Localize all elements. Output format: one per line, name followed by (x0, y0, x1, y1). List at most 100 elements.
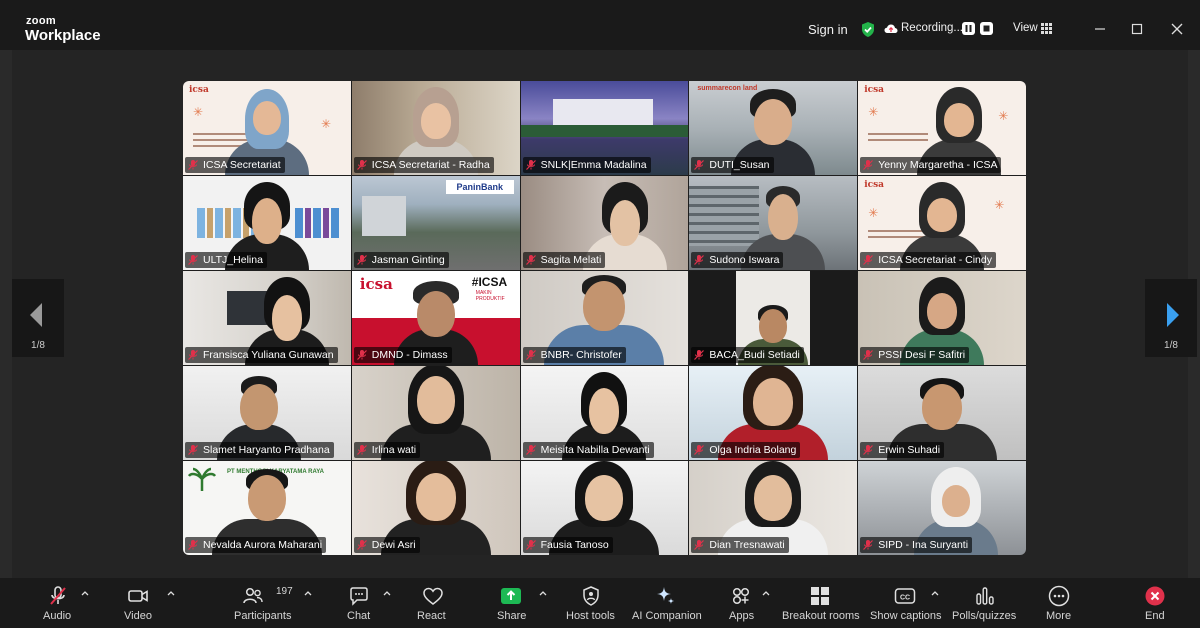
mic-muted-icon (525, 445, 536, 455)
video-tile[interactable]: ULTJ_Helina (183, 176, 351, 270)
participant-name: Nevalda Aurora Maharani (203, 539, 323, 551)
app-logo: Workplace (25, 27, 101, 44)
video-options-chevron-up-icon[interactable] (166, 588, 176, 598)
participant-name: DUTI_Susan (709, 159, 770, 171)
security-shield-icon[interactable] (860, 21, 876, 38)
ai-companion-button[interactable]: AI Companion (632, 578, 702, 628)
host-tools-button[interactable]: Host tools (566, 578, 616, 628)
participant-name-label: Irlina wati (353, 442, 421, 458)
video-tile[interactable]: Irlina wati (351, 366, 520, 460)
breakout-rooms-button[interactable]: Breakout rooms (782, 578, 860, 628)
participant-name-label: BACA_Budi Setiadi (691, 347, 804, 363)
audio-options-chevron-up-icon[interactable] (80, 588, 90, 598)
pause-recording-button[interactable] (962, 22, 975, 35)
video-tile[interactable]: PSSI Desi F Safitri (858, 271, 1026, 365)
minimize-button[interactable] (1088, 17, 1112, 41)
video-label: Video (124, 610, 152, 622)
video-tile[interactable]: SNLK|Emma Madalina (520, 81, 689, 175)
maximize-button[interactable] (1125, 17, 1149, 41)
sign-in-button[interactable]: Sign in (808, 22, 848, 37)
more-label: More (1046, 610, 1072, 622)
share-options-chevron-up-icon[interactable] (538, 588, 548, 598)
previous-page-button[interactable]: 1/8 (12, 279, 64, 357)
video-tile[interactable]: ICSA Secretariat - Radha (351, 81, 520, 175)
mic-muted-icon (188, 445, 198, 455)
video-tile[interactable]: SIPD - Ina Suryanti (858, 461, 1026, 555)
video-tile[interactable]: icsa ✳ ✳ Yenny Margaretha - ICSA (858, 81, 1026, 175)
video-tile[interactable]: Dian Tresnawati (689, 461, 858, 555)
more-button[interactable]: More (1040, 578, 1078, 628)
participant-face (239, 384, 278, 430)
polls-quizzes-button[interactable]: Polls/quizzes (952, 578, 1018, 628)
video-tile[interactable]: summarecon land DUTI_Susan (689, 81, 858, 175)
participant-name-label: DUTI_Susan (691, 157, 774, 173)
app-logo-small: zoom (26, 15, 56, 27)
video-tile[interactable]: Sudono Iswara (689, 176, 858, 270)
maximize-icon (1131, 23, 1143, 35)
close-window-button[interactable] (1165, 17, 1189, 41)
mic-muted-icon (525, 350, 536, 360)
ai-sparkle-icon (657, 587, 674, 604)
participant-name: Jasman Ginting (371, 254, 445, 266)
video-tile[interactable]: Slamet Haryanto Pradhana (183, 366, 351, 460)
participants-options-chevron-up-icon[interactable] (303, 588, 313, 598)
cloud-recording-icon (884, 24, 898, 33)
video-tile[interactable]: PT MENTHOSI KARYATAMA RAYA Nevalda Auror… (183, 461, 351, 555)
video-tile-active-speaker[interactable]: icsa ✳ ✳ ICSA Secretariat - Cindy (858, 176, 1026, 270)
video-tile[interactable]: Fransisca Yuliana Gunawan (183, 271, 351, 365)
chat-button[interactable]: Chat (342, 578, 376, 628)
audio-button[interactable]: Audio (38, 578, 78, 628)
participant-name-label: Sudono Iswara (691, 252, 784, 268)
share-screen-button[interactable]: Share (494, 578, 528, 628)
ai-companion-label: AI Companion (632, 610, 702, 622)
video-tile[interactable]: Olga Indria Bolang (689, 366, 858, 460)
grid-view-icon[interactable] (1041, 23, 1052, 34)
star-decoration-icon: ✳ (994, 198, 1005, 212)
next-page-button[interactable]: 1/8 (1145, 279, 1197, 357)
participants-label: Participants (234, 610, 292, 622)
participant-name: Irlina wati (371, 444, 417, 456)
apps-button[interactable]: Apps (724, 578, 758, 628)
mic-muted-icon (863, 255, 874, 265)
view-button[interactable]: View (1013, 22, 1038, 34)
title-bar: zoom Workplace Sign in Recording... View (0, 0, 1200, 50)
video-tile[interactable]: Meisita Nabilla Dewanti (520, 366, 689, 460)
mic-muted-icon (356, 445, 367, 455)
video-tile[interactable]: Sagita Melati (520, 176, 689, 270)
end-meeting-button[interactable]: End (1140, 578, 1170, 628)
stop-recording-button[interactable] (980, 22, 993, 35)
chat-label: Chat (347, 610, 371, 622)
participant-name-label: SIPD - Ina Suryanti (860, 537, 973, 553)
captions-options-chevron-up-icon[interactable] (930, 588, 940, 598)
video-tile[interactable]: Erwin Suhadi (858, 366, 1026, 460)
video-tile[interactable]: BACA_Budi Setiadi (689, 271, 858, 365)
participant-name: DMND - Dimass (371, 349, 448, 361)
participant-name-label: BNBR- Christofer (522, 347, 626, 363)
react-button[interactable]: React (416, 578, 450, 628)
summarecon-logo: summarecon land (697, 85, 758, 92)
video-tile[interactable]: BNBR- Christofer (520, 271, 689, 365)
apps-options-chevron-up-icon[interactable] (761, 588, 771, 598)
participant-name: BACA_Budi Setiadi (709, 349, 800, 361)
video-tile[interactable]: Fausia Tanoso (520, 461, 689, 555)
video-tile[interactable]: icsa ✳ ✳ ICSA Secretariat (183, 81, 351, 175)
participant-name-label: DMND - Dimass (353, 347, 452, 363)
participant-name-label: Dewi Asri (353, 537, 420, 553)
participant-name-label: Dian Tresnawati (691, 537, 789, 553)
end-call-icon (1145, 586, 1165, 606)
trees-shape (520, 125, 689, 137)
participant-face (753, 378, 794, 426)
participant-name-label: Yenny Margaretha - ICSA (860, 157, 1002, 173)
chat-options-chevron-up-icon[interactable] (382, 588, 392, 598)
react-label: React (417, 610, 446, 622)
palm-logo-icon (187, 467, 217, 491)
participant-name: ICSA Secretariat (203, 159, 281, 171)
mic-muted-icon (525, 540, 536, 550)
video-button[interactable]: Video (118, 578, 158, 628)
show-captions-button[interactable]: CC Show captions (870, 578, 942, 628)
participant-name-label: ICSA Secretariat - Cindy (860, 252, 996, 268)
video-tile[interactable]: PaninBank Jasman Ginting (351, 176, 520, 270)
participant-face (589, 388, 620, 434)
video-tile[interactable]: icsa #ICSA MAKIN PRODUKTIF DMND - Dimass (351, 271, 520, 365)
video-tile[interactable]: Dewi Asri (351, 461, 520, 555)
